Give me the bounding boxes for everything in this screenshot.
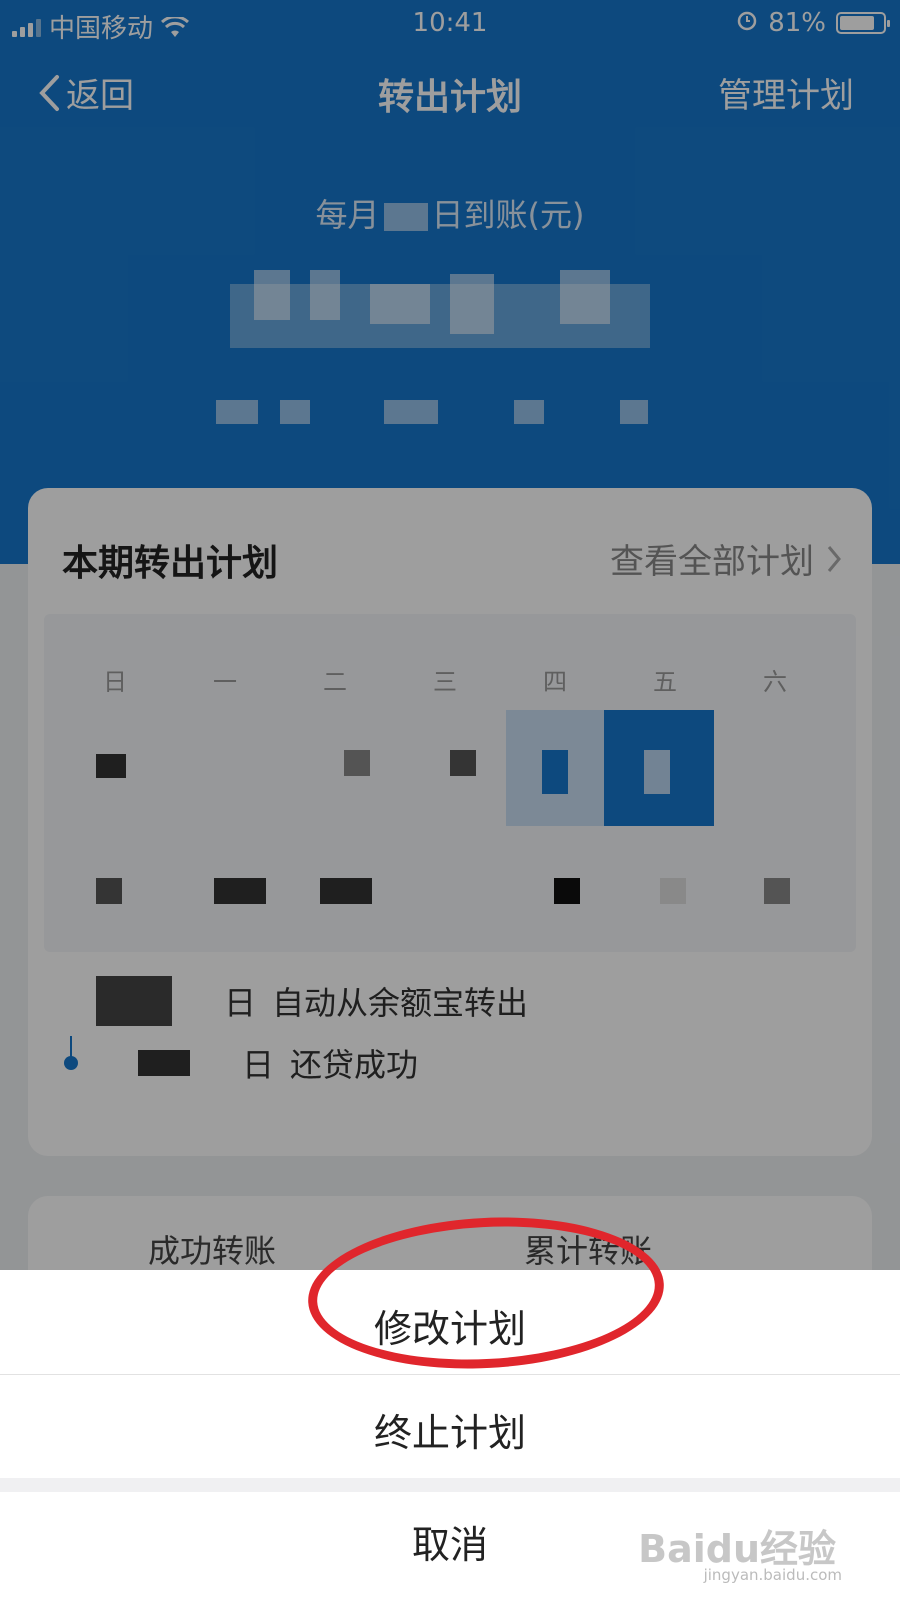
modify-plan-button[interactable]: 修改计划 — [0, 1298, 900, 1353]
watermark-url: jingyan.baidu.com — [703, 1566, 842, 1584]
divider — [0, 1478, 900, 1492]
stop-plan-button[interactable]: 终止计划 — [0, 1402, 900, 1457]
modal-overlay[interactable] — [0, 0, 900, 1270]
watermark-logo: Baidu经验 — [638, 1527, 836, 1571]
divider — [0, 1374, 900, 1375]
